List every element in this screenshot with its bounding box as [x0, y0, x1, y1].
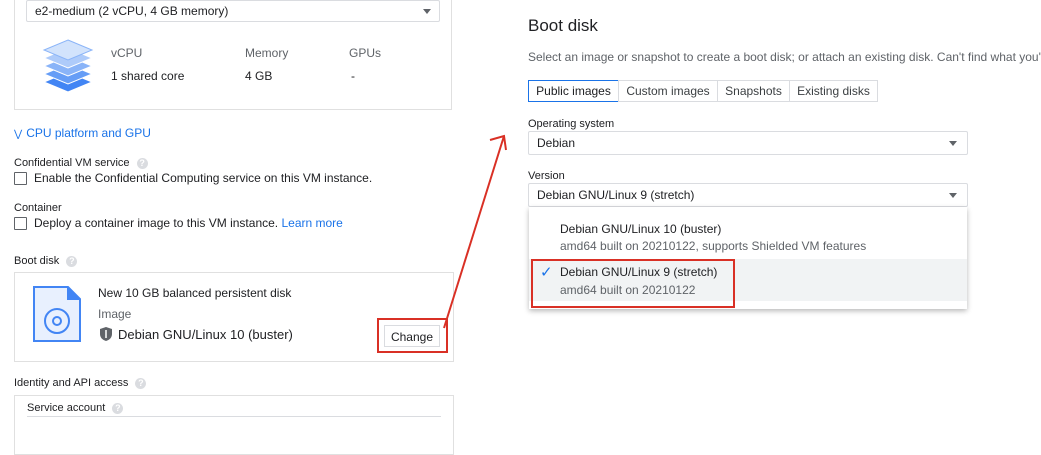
cpu-platform-link[interactable]: ⋁ CPU platform and GPU: [14, 126, 151, 140]
version-option-detail: amd64 built on 20210122, supports Shield…: [560, 239, 867, 253]
selected-version-highlight: [531, 259, 735, 308]
boot-disk-description: New 10 GB balanced persistent disk: [98, 286, 292, 300]
service-account-text: Service account: [27, 402, 106, 414]
chevron-double-down-icon: ⋁: [14, 129, 23, 140]
confidential-vm-checkbox-label: Enable the Confidential Computing servic…: [34, 171, 373, 185]
os-select[interactable]: Debian: [528, 131, 968, 155]
tab-snapshots[interactable]: Snapshots: [717, 80, 790, 102]
help-icon[interactable]: ?: [66, 255, 78, 267]
tab-public-images[interactable]: Public images: [528, 80, 619, 102]
stack-layers-icon: [40, 36, 96, 94]
service-account-label: Service account ?: [27, 402, 124, 414]
container-checkbox-row: Deploy a container image to this VM inst…: [34, 216, 343, 230]
boot-disk-title-text: Boot disk: [14, 255, 60, 267]
dropdown-caret-icon: [949, 193, 957, 198]
tab-custom-images[interactable]: Custom images: [618, 80, 718, 102]
confidential-vm-title-text: Confidential VM service: [14, 157, 130, 169]
dropdown-caret-icon: [949, 141, 957, 146]
boot-disk-panel-description: Select an image or snapshot to create a …: [528, 50, 1041, 64]
boot-disk-image-value: Debian GNU/Linux 10 (buster): [118, 327, 293, 342]
change-button-highlight: [377, 318, 448, 353]
boot-disk-image-label: Image: [98, 307, 132, 321]
gpus-value: -: [351, 69, 355, 83]
container-checkbox[interactable]: [14, 217, 27, 230]
tab-existing-disks-label: Existing disks: [797, 84, 870, 98]
container-title: Container: [14, 202, 62, 214]
confidential-vm-checkbox[interactable]: [14, 172, 27, 185]
help-icon[interactable]: ?: [112, 402, 124, 414]
identity-title-text: Identity and API access: [14, 377, 129, 389]
service-account-select-edge[interactable]: [27, 416, 441, 419]
help-icon[interactable]: ?: [135, 377, 147, 389]
confidential-vm-title: Confidential VM service ?: [14, 157, 148, 169]
boot-disk-panel-title: Boot disk: [528, 16, 598, 35]
version-select-value: Debian GNU/Linux 9 (stretch): [537, 188, 695, 202]
gpus-label: GPUs: [349, 46, 382, 60]
version-option[interactable]: Debian GNU/Linux 10 (buster) amd64 built…: [529, 214, 967, 256]
disk-file-icon: [32, 285, 82, 343]
tab-snapshots-label: Snapshots: [725, 84, 782, 98]
cpu-platform-link-text: CPU platform and GPU: [26, 126, 151, 140]
tab-existing-disks[interactable]: Existing disks: [789, 80, 878, 102]
memory-label: Memory: [245, 46, 289, 60]
vcpu-value: 1 shared core: [111, 69, 185, 83]
version-label: Version: [528, 170, 565, 182]
memory-value: 4 GB: [245, 69, 273, 83]
boot-disk-title: Boot disk ?: [14, 255, 78, 267]
container-checkbox-label: Deploy a container image to this VM inst…: [34, 216, 279, 230]
identity-title: Identity and API access ?: [14, 377, 147, 389]
learn-more-link[interactable]: Learn more: [281, 216, 342, 230]
tab-public-images-label: Public images: [536, 84, 611, 98]
help-icon[interactable]: ?: [136, 157, 148, 169]
os-select-value: Debian: [537, 136, 576, 150]
version-select[interactable]: Debian GNU/Linux 9 (stretch): [528, 183, 968, 207]
shield-icon: [100, 327, 112, 344]
os-label: Operating system: [528, 118, 615, 130]
annotation-arrow: [443, 134, 507, 329]
version-option-name: Debian GNU/Linux 10 (buster): [560, 222, 722, 236]
tab-custom-images-label: Custom images: [626, 84, 710, 98]
vcpu-label: vCPU: [111, 46, 143, 60]
boot-disk-image-row: Debian GNU/Linux 10 (buster): [100, 327, 293, 344]
